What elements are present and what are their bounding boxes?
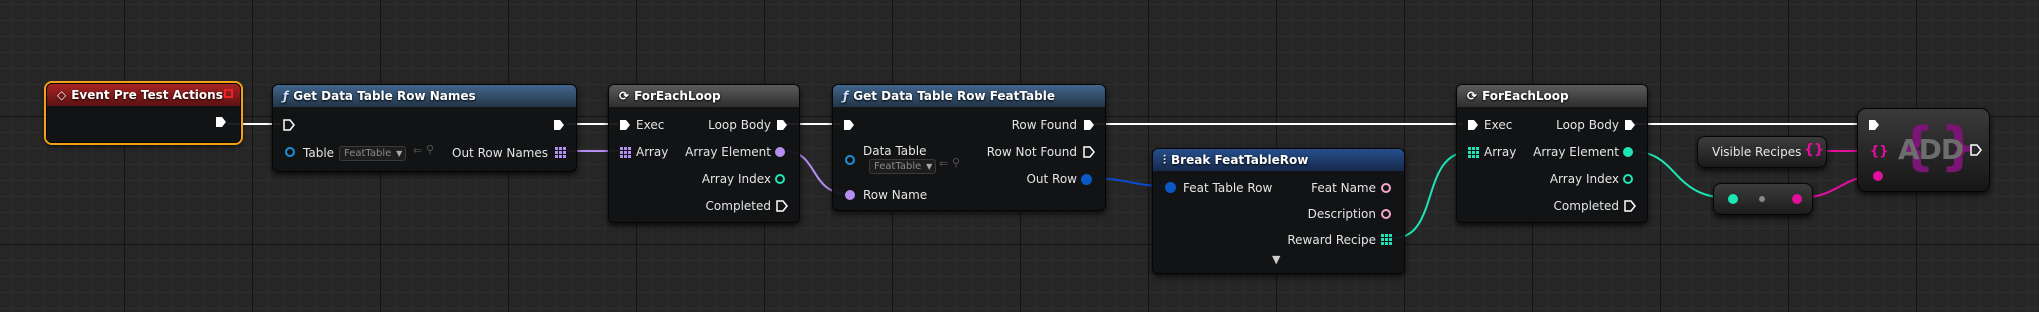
foreach-2-header[interactable]: ⟳ ForEachLoop — [1457, 85, 1647, 107]
event-pre-test-actions-node[interactable]: ◇ Event Pre Test Actions — [46, 83, 241, 143]
row-not-found-label: Row Not Found — [986, 145, 1077, 159]
array-index-pin[interactable] — [775, 174, 785, 184]
array-in-pin[interactable] — [620, 147, 631, 158]
get-data-table-row-node[interactable]: ƒ Get Data Table Row FeatTable Row Found … — [832, 84, 1106, 211]
break-node-title: Break FeatTableRow — [1171, 153, 1309, 167]
array-element-label: Array Element — [1533, 145, 1619, 159]
exec-in-pin[interactable] — [843, 119, 855, 131]
break-node-header[interactable]: ⫶ Break FeatTableRow — [1153, 149, 1404, 171]
completed-label: Completed — [705, 199, 771, 213]
foreach-1-header[interactable]: ⟳ ForEachLoop — [609, 85, 799, 107]
exec-out-pin[interactable] — [553, 119, 565, 131]
chevron-down-icon: ▼ — [396, 149, 403, 158]
break-struct-icon: ⫶ — [1163, 153, 1167, 167]
row-name-label: Row Name — [863, 188, 928, 202]
array-index-pin[interactable] — [1623, 174, 1633, 184]
conversion-dot-icon — [1759, 196, 1765, 202]
table-input-pin[interactable] — [285, 147, 295, 157]
array-label: Array — [636, 145, 669, 159]
exec-label: Exec — [636, 118, 665, 132]
foreach-loop-node-2[interactable]: ⟳ ForEachLoop Exec Loop Body Array Array … — [1456, 84, 1648, 223]
foreach-loop-node-1[interactable]: ⟳ ForEachLoop Exec Loop Body Array Array … — [608, 84, 800, 223]
completed-label: Completed — [1553, 199, 1619, 213]
exec-in-pin[interactable] — [1467, 119, 1479, 131]
visible-recipes-variable-node[interactable]: Visible Recipes {} — [1697, 136, 1827, 168]
loop-body-label: Loop Body — [1556, 118, 1619, 132]
out-row-label: Out Row — [1026, 172, 1077, 186]
conversion-in-pin[interactable] — [1728, 194, 1738, 204]
array-element-label: Array Element — [685, 145, 771, 159]
conversion-out-pin[interactable] — [1792, 194, 1802, 204]
browse-arrow-icon[interactable]: ⇐ — [413, 144, 422, 157]
description-label: Description — [1307, 207, 1376, 221]
array-out-pin[interactable] — [555, 147, 566, 158]
item-in-pin[interactable] — [1873, 171, 1883, 181]
feat-table-row-label: Feat Table Row — [1183, 181, 1273, 195]
set-out-pin[interactable]: {} — [1804, 142, 1824, 158]
event-node-header[interactable]: ◇ Event Pre Test Actions — [47, 84, 240, 106]
row-found-label: Row Found — [1011, 118, 1077, 132]
macro-loop-icon: ⟳ — [619, 89, 630, 103]
expand-pins-arrow-icon[interactable]: ▼ — [1272, 253, 1280, 266]
macro-loop-icon: ⟳ — [1467, 89, 1478, 103]
browse-arrow-icon[interactable]: ⇐ — [939, 157, 948, 170]
delegate-pin[interactable] — [224, 89, 233, 98]
completed-pin[interactable] — [1624, 200, 1636, 212]
set-in-pin[interactable]: {} — [1870, 144, 1889, 159]
exec-in-pin[interactable] — [619, 119, 631, 131]
get-row-header[interactable]: ƒ Get Data Table Row FeatTable — [833, 85, 1105, 107]
exec-out-pin[interactable] — [1970, 144, 1982, 156]
get-row-names-title: Get Data Table Row Names — [293, 89, 476, 103]
function-icon: ƒ — [283, 89, 289, 103]
set-add-node[interactable]: {} { } ADD — [1857, 108, 1990, 192]
event-diamond-icon: ◇ — [57, 88, 67, 102]
data-table-label: Data Table — [863, 144, 927, 158]
table-label: Table — [303, 146, 335, 160]
reward-recipe-array-pin[interactable] — [1381, 234, 1392, 245]
get-data-table-row-names-node[interactable]: ƒ Get Data Table Row Names Table FeatTabl… — [272, 84, 577, 172]
feat-name-pin[interactable] — [1381, 183, 1391, 193]
loop-body-pin[interactable] — [776, 119, 788, 131]
visible-recipes-label: Visible Recipes — [1712, 145, 1802, 159]
loop-body-pin[interactable] — [1624, 119, 1636, 131]
break-feat-table-row-node[interactable]: ⫶ Break FeatTableRow Feat Table Row Feat … — [1152, 148, 1405, 274]
chevron-down-icon: ▼ — [926, 162, 933, 171]
row-not-found-pin[interactable] — [1083, 146, 1095, 158]
loop-body-label: Loop Body — [708, 118, 771, 132]
array-element-pin[interactable] — [775, 147, 785, 157]
search-icon[interactable]: ⚲ — [952, 156, 960, 169]
out-row-pin[interactable] — [1081, 174, 1092, 185]
exec-label: Exec — [1484, 118, 1513, 132]
row-name-pin[interactable] — [845, 190, 855, 200]
table-combo[interactable]: FeatTable ▼ — [339, 146, 407, 161]
row-found-pin[interactable] — [1083, 119, 1095, 131]
search-icon[interactable]: ⚲ — [426, 143, 434, 156]
table-combo-value: FeatTable — [344, 148, 392, 159]
exec-out-pin[interactable] — [215, 116, 227, 128]
array-label: Array — [1484, 145, 1517, 159]
reward-recipe-label: Reward Recipe — [1287, 233, 1376, 247]
get-row-names-header[interactable]: ƒ Get Data Table Row Names — [273, 85, 576, 107]
feat-table-row-in-pin[interactable] — [1165, 182, 1176, 193]
function-icon: ƒ — [843, 89, 849, 103]
data-table-combo-value: FeatTable — [874, 161, 922, 172]
foreach-1-title: ForEachLoop — [634, 89, 721, 103]
completed-pin[interactable] — [776, 200, 788, 212]
get-row-title: Get Data Table Row FeatTable — [853, 89, 1055, 103]
feat-name-label: Feat Name — [1311, 181, 1376, 195]
exec-in-pin[interactable] — [1868, 119, 1880, 131]
array-element-pin[interactable] — [1623, 147, 1633, 157]
exec-in-pin[interactable] — [283, 119, 295, 131]
data-table-combo[interactable]: FeatTable ▼ — [869, 159, 937, 174]
array-index-label: Array Index — [701, 172, 771, 186]
out-row-names-label: Out Row Names — [452, 146, 548, 160]
description-pin[interactable] — [1381, 209, 1391, 219]
data-table-input-pin[interactable] — [845, 155, 855, 165]
conversion-node[interactable] — [1713, 183, 1813, 215]
event-node-title: Event Pre Test Actions — [71, 88, 223, 102]
array-in-pin[interactable] — [1468, 147, 1479, 158]
foreach-2-title: ForEachLoop — [1482, 89, 1569, 103]
add-label: ADD — [1898, 133, 1964, 166]
array-index-label: Array Index — [1549, 172, 1619, 186]
